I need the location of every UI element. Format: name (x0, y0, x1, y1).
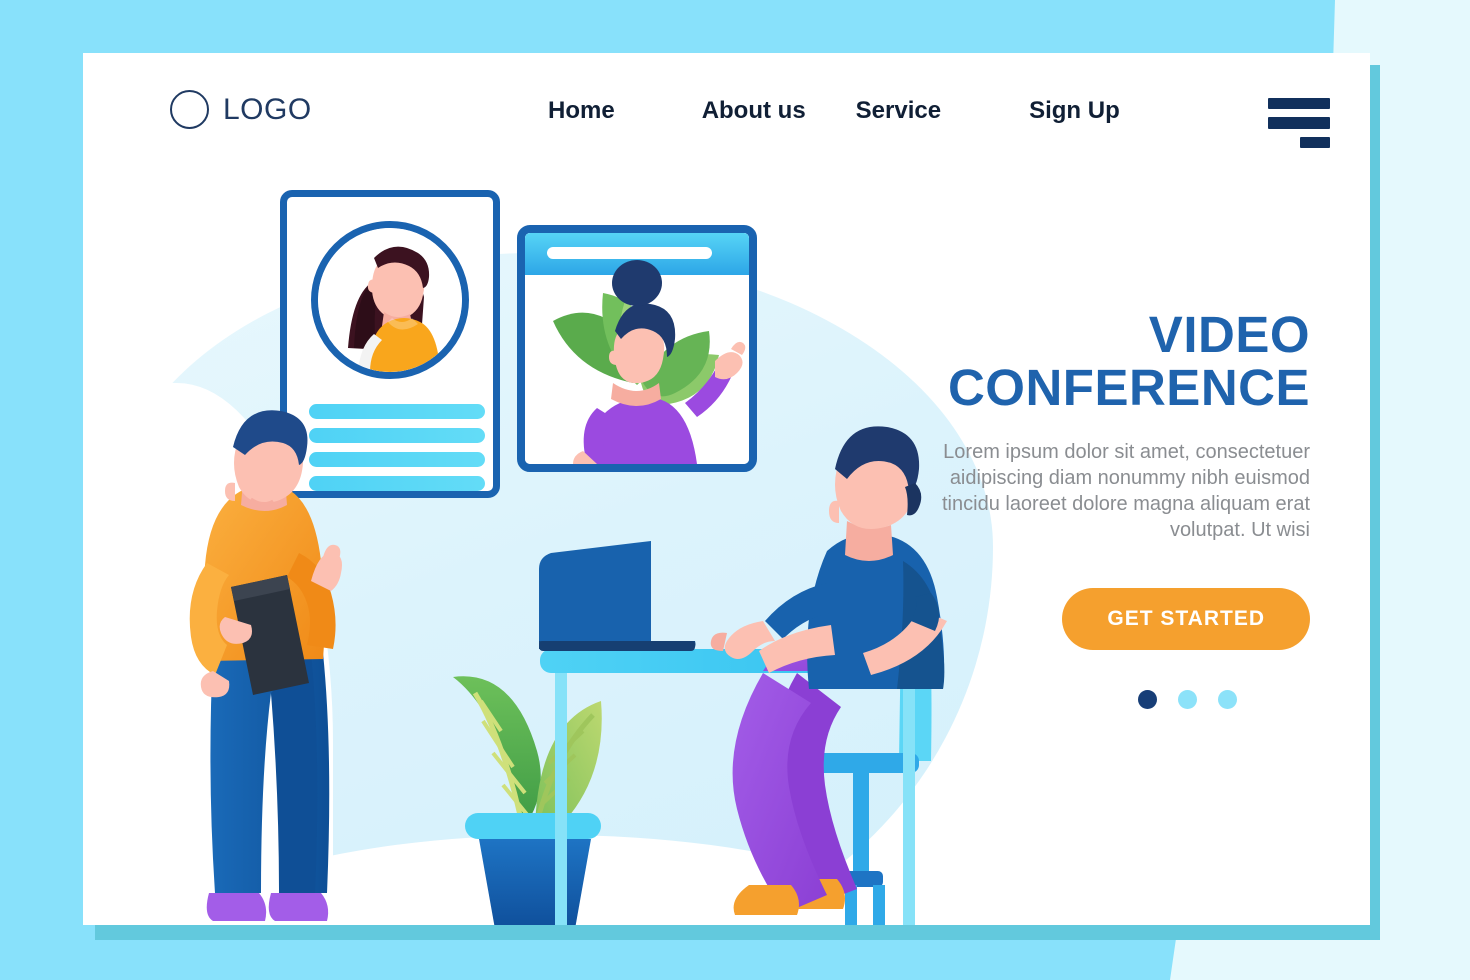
nav-item-service[interactable]: Service (856, 97, 941, 125)
potted-plant (453, 676, 602, 925)
hero-content: VIDEO CONFERENCE Lorem ipsum dolor sit a… (910, 308, 1310, 709)
hero-paragraph: Lorem ipsum dolor sit amet, consectetuer… (942, 441, 1310, 541)
nav-item-about-us[interactable]: About us (702, 97, 806, 125)
get-started-button[interactable]: GET STARTED (1062, 588, 1310, 650)
nav-item-home[interactable]: Home (548, 97, 615, 125)
logo[interactable]: LOGO (170, 90, 312, 129)
standing-man-with-tablet (189, 410, 342, 921)
laptop (539, 541, 696, 651)
page-title-line2: CONFERENCE (947, 359, 1310, 416)
carousel-dot-2[interactable] (1178, 690, 1197, 709)
hamburger-bar-1 (1268, 98, 1330, 110)
nav-item-sign-up[interactable]: Sign Up (1029, 97, 1120, 125)
circle-outline-icon (170, 90, 209, 129)
carousel-dots (910, 690, 1310, 709)
hamburger-menu-icon[interactable] (1265, 98, 1330, 148)
hamburger-bar-2 (1268, 117, 1330, 129)
main-navigation: Home About us Service Sign Up (548, 97, 1120, 125)
hamburger-bar-3 (1300, 136, 1330, 148)
carousel-dot-3[interactable] (1218, 690, 1237, 709)
carousel-dot-1[interactable] (1138, 690, 1157, 709)
logo-text: LOGO (223, 92, 312, 126)
landing-page-card: LOGO Home About us Service Sign Up VIDEO… (83, 53, 1370, 925)
page-title-line1: VIDEO (1148, 306, 1310, 363)
site-header: LOGO Home About us Service Sign Up (83, 53, 1370, 213)
page-title: VIDEO CONFERENCE (910, 308, 1310, 414)
